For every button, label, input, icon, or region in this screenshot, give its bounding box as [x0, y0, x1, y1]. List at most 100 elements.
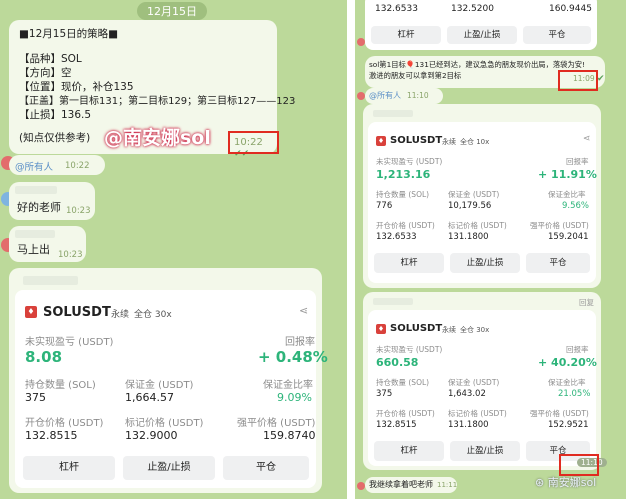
pnl-label: 未实现盈亏 (USDT) — [376, 157, 443, 166]
mention-all[interactable]: @所有人 — [369, 90, 401, 101]
entry-price-label: 开仓价格 (USDT) — [376, 409, 435, 418]
margin-label: 保证金 (USDT) — [125, 380, 194, 391]
leverage-button[interactable]: 杠杆 — [23, 456, 115, 480]
qty-value: 375 — [376, 389, 393, 399]
qty-label: 持仓数量 (SOL) — [376, 190, 430, 199]
perp-tag: 永续 — [442, 138, 456, 146]
chat-message[interactable]: 好的老师 10:23 — [9, 182, 95, 220]
message-time: 10:22 — [65, 161, 90, 171]
position-card-partial[interactable]: 132.6533 132.5200 160.9445 杠杆 止盈/止损 平仓 — [365, 0, 597, 50]
panel-divider — [347, 0, 355, 499]
share-icon[interactable]: ⋖ — [583, 134, 591, 144]
pnl-label: 未实现盈亏 (USDT) — [376, 345, 443, 354]
sender-name — [23, 276, 78, 285]
exchange-logo-icon: ♦ — [25, 306, 37, 318]
margin-mode: 全仓 10x — [460, 138, 490, 146]
read-checkmark-icon: ✔ — [597, 74, 605, 84]
tp-sl-button[interactable]: 止盈/止损 — [450, 441, 520, 461]
tp-sl-button[interactable]: 止盈/止损 — [450, 253, 520, 273]
chat-message[interactable]: 马上出 10:23 — [9, 226, 86, 262]
liq-price-label: 强平价格 (USDT) — [530, 409, 589, 418]
strategy-symbol: 【品种】SOL — [19, 53, 82, 65]
strategy-position: 【位置】现价，补仓135 — [19, 81, 134, 93]
roi-value: + 11.91% — [538, 168, 597, 181]
entry-price-label: 开仓价格 (USDT) — [376, 221, 435, 230]
chat-message[interactable]: 我继续拿着吧老师 11:11 — [365, 477, 457, 493]
sender-name — [373, 110, 413, 117]
message-time: 11:10 — [407, 91, 429, 100]
qty-label: 持仓数量 (SOL) — [376, 378, 430, 387]
perp-tag: 永续 — [111, 310, 130, 320]
tp-sl-button[interactable]: 止盈/止损 — [123, 456, 215, 480]
position-card[interactable]: ♦ SOLUSDT 永续 全仓 30x ⋖ 未实现盈亏 (USDT) 回报率 8… — [15, 290, 328, 488]
margin-label: 保证金 (USDT) — [448, 190, 500, 199]
message-time: 10:23 — [66, 206, 91, 216]
exchange-logo-icon: ♦ — [376, 136, 386, 146]
message-time: 11:11 — [437, 481, 458, 489]
strategy-title: ■12月15日的策略■ — [19, 28, 119, 40]
margin-value: 1,643.02 — [448, 389, 486, 399]
liq-price-value: 159.8740 — [263, 429, 316, 442]
watermark-logo-icon: ⊛ — [535, 476, 545, 489]
close-position-button[interactable]: 平仓 — [223, 456, 309, 480]
liq-price-value: 152.9521 — [548, 420, 589, 430]
watermark: @南安娜sol — [104, 127, 211, 149]
margin-ratio-value: 9.09% — [277, 391, 312, 404]
close-position-button[interactable]: 平仓 — [523, 26, 591, 44]
mark-price-label: 标记价格 (USDT) — [448, 221, 507, 230]
pnl-value: 660.58 — [376, 356, 419, 369]
position-card[interactable]: ♦ SOLUSDT 永续 全仓 30x 未实现盈亏 (USDT) 回报率 660… — [368, 310, 597, 466]
reply-label[interactable]: 回复 — [579, 297, 594, 308]
symbol: SOLUSDT — [43, 305, 111, 320]
position-message[interactable]: 回复 ♦ SOLUSDT 永续 全仓 30x 未实现盈亏 (USDT) 回报率 … — [363, 292, 607, 470]
entry-price-value: 132.6533 — [376, 232, 417, 242]
mark-price-value: 131.1800 — [448, 420, 489, 430]
mention-all[interactable]: @所有人 — [15, 159, 53, 173]
share-icon[interactable]: ⋖ — [299, 304, 308, 317]
watermark: ⊛ 南安娜sol — [535, 474, 596, 490]
position-message[interactable]: ♦ SOLUSDT 永续 全仓 30x ⋖ 未实现盈亏 (USDT) 回报率 8… — [9, 268, 328, 493]
avatar[interactable] — [357, 482, 365, 490]
margin-ratio-value: 9.56% — [562, 201, 590, 211]
mark-price-value: 132.9000 — [125, 429, 178, 442]
message-text: 马上出 — [17, 243, 50, 256]
position-message[interactable]: ♦ SOLUSDT 永续 全仓 10x ⋖ 未实现盈亏 (USDT) 回报率 1… — [363, 104, 601, 288]
margin-mode: 全仓 30x — [134, 310, 172, 320]
avatar[interactable] — [357, 92, 365, 100]
sender-name — [15, 230, 55, 238]
liq-price-value: 160.9445 — [549, 4, 592, 14]
sender-name — [15, 186, 57, 194]
leverage-button[interactable]: 杠杆 — [374, 253, 444, 273]
message-text: 我继续拿着吧老师 — [369, 480, 433, 489]
watermark-text: 南安娜sol — [547, 476, 597, 489]
perp-tag: 永续 — [442, 326, 456, 334]
margin-ratio-label: 保证金比率 — [263, 380, 313, 391]
position-card[interactable]: ♦ SOLUSDT 永续 全仓 10x ⋖ 未实现盈亏 (USDT) 回报率 1… — [368, 122, 597, 283]
margin-ratio-label: 保证金比率 — [548, 378, 586, 387]
date-chip: 12月15日 — [137, 2, 207, 20]
mention-message[interactable]: @所有人 10:22 — [9, 155, 105, 175]
leverage-button[interactable]: 杠杆 — [374, 441, 444, 461]
mention-message[interactable]: @所有人 11:10 — [365, 88, 443, 104]
margin-ratio-label: 保证金比率 — [548, 190, 586, 199]
liq-price-label: 强平价格 (USDT) — [530, 221, 589, 230]
margin-ratio-value: 21.05% — [558, 389, 591, 399]
qty-value: 776 — [376, 201, 393, 211]
close-position-button[interactable]: 平仓 — [526, 253, 590, 273]
message-text: 激进的朋友可以拿到第2目标 — [369, 71, 462, 80]
roi-value: + 40.20% — [538, 356, 597, 369]
leverage-button[interactable]: 杠杆 — [371, 26, 441, 44]
message-time: 10:23 — [58, 250, 83, 260]
highlight-box — [559, 454, 599, 476]
margin-mode: 全仓 30x — [460, 326, 490, 334]
strategy-targets: 【正盖】第一目标131；第二目标129；第三目标127——123 — [19, 96, 296, 107]
tp-sl-button[interactable]: 止盈/止损 — [447, 26, 517, 44]
avatar[interactable] — [357, 38, 365, 46]
entry-price-value: 132.8515 — [376, 420, 417, 430]
roi-label: 回报率 — [285, 337, 315, 348]
roi-label: 回报率 — [566, 157, 589, 166]
entry-price-value: 132.6533 — [375, 4, 418, 14]
strategy-disclaimer: (知点仅供参考) — [19, 132, 91, 144]
pnl-label: 未实现盈亏 (USDT) — [25, 337, 114, 348]
strategy-stoploss: 【止损】136.5 — [19, 109, 92, 121]
